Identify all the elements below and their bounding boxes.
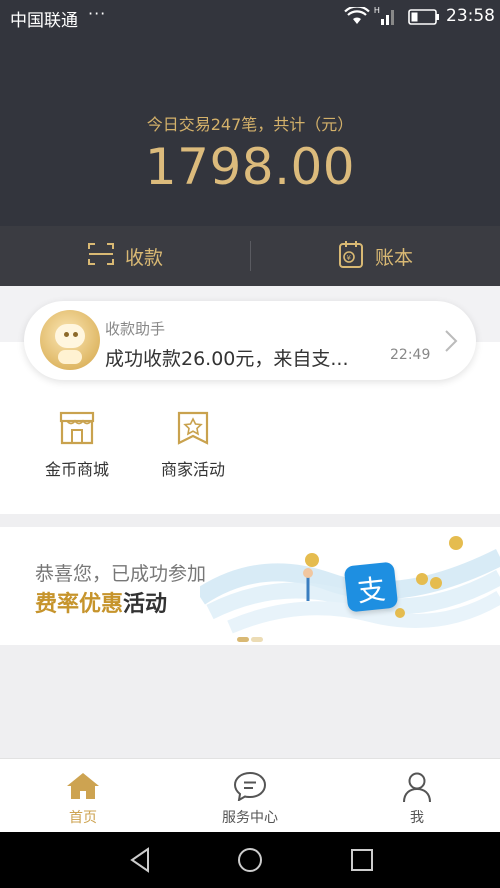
action-bar: 收款 ¥ 账本 (0, 226, 500, 286)
shop-icon (59, 411, 95, 450)
shortcut-label: 商家活动 (160, 460, 225, 479)
notification-title: 收款助手 (105, 320, 166, 338)
promo-banner[interactable]: 支 恭喜您，已成功参加 费率优惠活动 (0, 527, 500, 645)
ledger-icon: ¥ (337, 239, 365, 274)
banner-line2-rest: 活动 (123, 592, 168, 617)
chat-icon (167, 771, 333, 801)
bottom-tab-bar: 首页 服务中心 我 (0, 758, 500, 832)
total-amount: 1798.00 (144, 138, 356, 196)
more-notifications-icon: ··· (88, 4, 107, 23)
revenue-header: 今日交易247笔，共计（元） 1798.00 (0, 34, 500, 226)
carrier-name: 中国联通 (10, 11, 78, 31)
tab-label: 首页 (69, 810, 97, 826)
tab-label: 服务中心 (222, 810, 278, 826)
banner-highlight: 费率优惠 (35, 592, 124, 617)
back-icon[interactable] (128, 846, 152, 878)
alipay-logo: 支 (343, 561, 399, 613)
scan-icon (87, 241, 115, 272)
shortcut-merchant-events[interactable]: 商家活动 (143, 410, 243, 480)
home-circle-icon[interactable] (236, 846, 264, 878)
recent-apps-icon[interactable] (349, 846, 375, 878)
status-bar: 中国联通 ··· H 23:58 (0, 0, 500, 34)
home-icon (0, 771, 166, 801)
tab-service-center[interactable]: 服务中心 (167, 759, 333, 833)
tab-home[interactable]: 首页 (0, 759, 166, 833)
wifi-icon (344, 5, 370, 30)
system-nav-bar (0, 832, 500, 888)
star-bookmark-icon (175, 411, 211, 450)
daily-summary: 今日交易247笔，共计（元） (146, 115, 354, 134)
collect-button[interactable]: 收款 (0, 226, 250, 286)
svg-text:H: H (374, 6, 380, 15)
shortcut-label: 金币商城 (44, 460, 109, 479)
battery-icon (408, 9, 440, 30)
ledger-button[interactable]: ¥ 账本 (250, 226, 500, 286)
assistant-avatar-icon (40, 310, 100, 370)
tab-label: 我 (410, 810, 424, 826)
svg-text:¥: ¥ (346, 254, 351, 262)
notification-time: 22:49 (390, 347, 431, 363)
banner-line1: 恭喜您，已成功参加 (35, 563, 207, 585)
collect-label: 收款 (124, 246, 163, 269)
tab-me[interactable]: 我 (334, 759, 500, 833)
notification-card[interactable]: 收款助手 成功收款26.00元，来自支... 22:49 (24, 301, 476, 380)
chevron-right-icon (444, 329, 458, 357)
clock-time: 23:58 (446, 6, 495, 26)
shortcut-gold-mall[interactable]: 金币商城 (27, 410, 127, 480)
user-icon (334, 771, 500, 803)
notification-message: 成功收款26.00元，来自支... (105, 348, 349, 370)
ledger-label: 账本 (374, 246, 413, 269)
banner-line2: 费率优惠活动 (35, 586, 167, 618)
carousel-indicator (237, 637, 263, 642)
signal-icon: H (374, 5, 398, 32)
